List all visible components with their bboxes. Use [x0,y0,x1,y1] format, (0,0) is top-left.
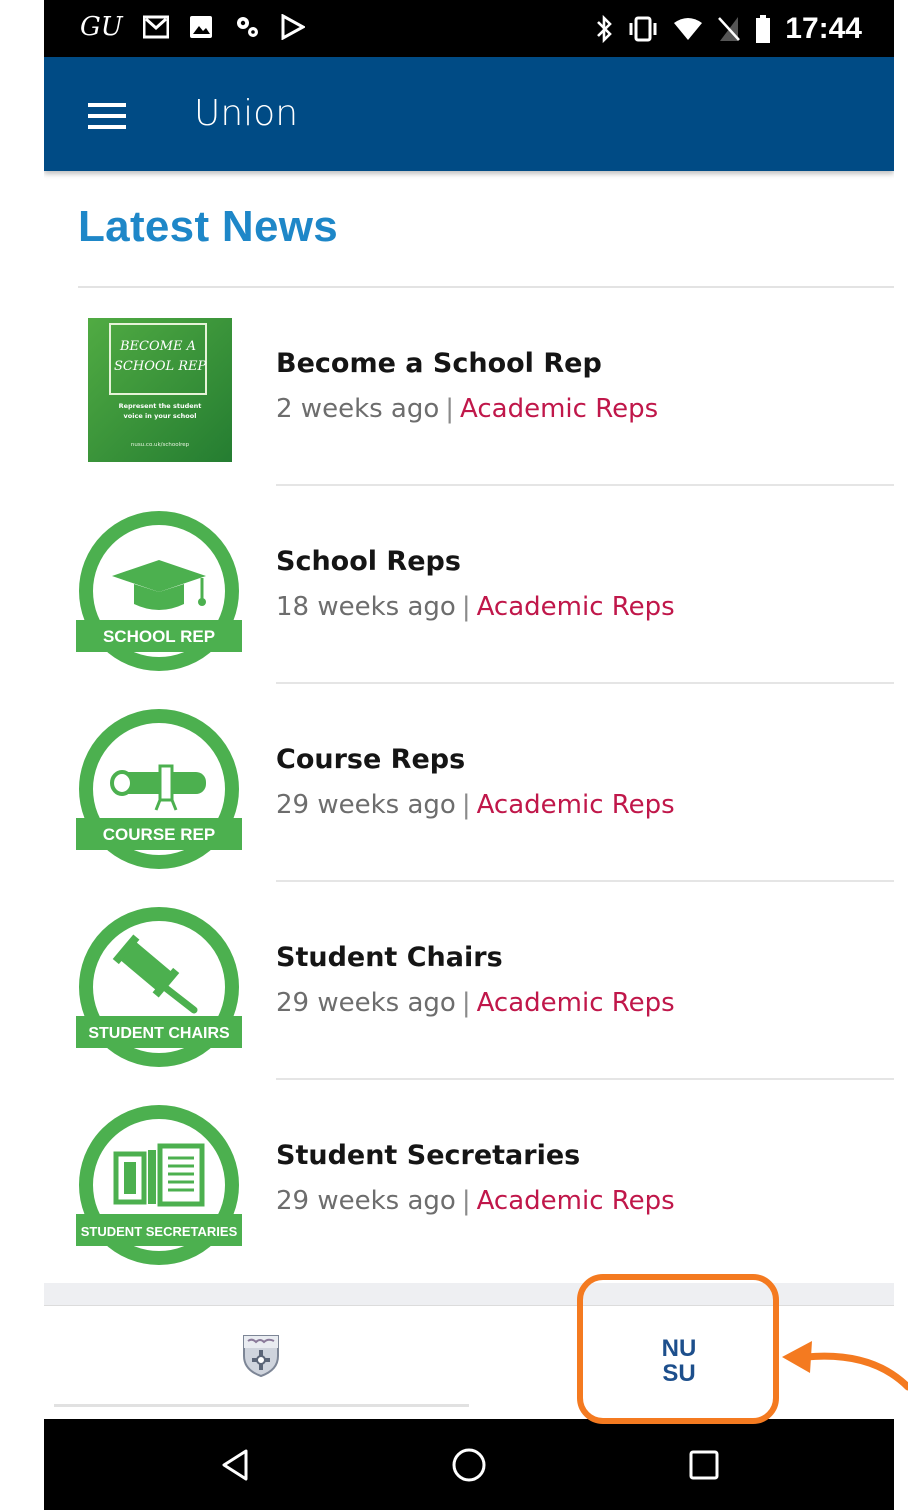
news-meta: 2 weeks ago | Academic Reps [276,394,658,424]
meta-separator: | [461,988,471,1018]
news-category-link[interactable]: Academic Reps [477,592,675,622]
news-age: 29 weeks ago [276,1186,456,1216]
news-title: Student Secretaries [276,1140,581,1171]
divider [276,880,894,882]
news-item-become-a-school-rep[interactable]: BECOME A SCHOOL REP Represent the studen… [44,290,894,488]
highlight-box-annotation [577,1274,779,1424]
back-icon[interactable] [216,1445,256,1485]
vibrate-icon [629,16,657,42]
system-navigation-bar [44,1419,894,1510]
news-item-student-chairs[interactable]: STUDENT CHAIRS Student Chairs 29 weeks a… [44,884,894,1082]
app-bar: Union [44,57,894,171]
guardian-notification-icon: GU [80,12,123,42]
badge-label: STUDENT SECRETARIES [81,1224,238,1239]
course-rep-badge-icon: COURSE REP [76,709,242,869]
status-left-icons: GU [80,12,305,42]
school-rep-badge-icon: SCHOOL REP [76,511,242,671]
bluetooth-icon [597,15,613,43]
divider [78,286,894,288]
divider [276,1078,894,1080]
student-secretaries-badge-icon: STUDENT SECRETARIES [76,1105,242,1265]
settings-cog-icon [236,17,258,37]
student-chairs-badge-icon: STUDENT CHAIRS [76,907,242,1067]
no-sim-icon [718,17,741,41]
gmail-icon [142,15,169,39]
wifi-icon [674,18,703,40]
tab-university[interactable] [44,1306,469,1420]
battery-icon [756,15,771,43]
tab-underline [54,1404,469,1407]
news-title: Course Reps [276,744,466,775]
poster-line2: SCHOOL REP [114,359,207,374]
news-item-school-reps[interactable]: SCHOOL REP School Reps 18 weeks ago | Acad… [44,488,894,686]
news-category-link[interactable]: Academic Reps [460,394,658,424]
meta-separator: | [445,394,455,424]
news-category-link[interactable]: Academic Reps [477,988,675,1018]
pointer-arrow-annotation [782,1341,908,1391]
play-store-icon [281,14,305,40]
meta-separator: | [461,1186,471,1216]
meta-separator: | [461,790,471,820]
news-meta: 29 weeks ago | Academic Reps [276,1186,675,1216]
badge-label: SCHOOL REP [103,627,215,646]
recents-icon[interactable] [684,1445,724,1485]
badge-label: COURSE REP [103,825,215,844]
page-title: Latest News [78,202,339,251]
news-meta: 29 weeks ago | Academic Reps [276,790,675,820]
news-age: 29 weeks ago [276,988,456,1018]
news-age: 29 weeks ago [276,790,456,820]
poster-line3: Represent the student [119,402,202,410]
photo-icon [189,16,212,38]
status-right-icons: 17:44 [595,12,862,46]
news-title: Student Chairs [276,942,503,973]
news-meta: 18 weeks ago | Academic Reps [276,592,675,622]
poster-line5: nusu.co.uk/schoolrep [131,442,190,448]
home-icon[interactable] [449,1445,489,1485]
divider [276,682,894,684]
clock: 17:44 [785,12,862,45]
divider [276,484,894,486]
news-age: 18 weeks ago [276,592,456,622]
badge-label: STUDENT CHAIRS [88,1025,230,1042]
meta-separator: | [461,592,471,622]
app-title: Union [194,93,299,134]
status-bar: GU 17:44 [44,0,894,57]
hamburger-menu-icon[interactable] [88,103,128,129]
news-title: Become a School Rep [276,348,602,379]
news-age: 2 weeks ago [276,394,440,424]
news-item-student-secretaries[interactable]: STUDENT SECRETARIES Student Secretaries … [44,1082,894,1280]
news-meta: 29 weeks ago | Academic Reps [276,988,675,1018]
school-rep-poster-image: BECOME A SCHOOL REP Represent the studen… [88,318,232,462]
poster-line1: BECOME A [119,339,196,354]
poster-line4: voice in your school [124,412,197,420]
news-title: School Reps [276,546,461,577]
news-category-link[interactable]: Academic Reps [477,790,675,820]
news-item-course-reps[interactable]: COURSE REP Course Reps 29 weeks ago | Acad… [44,686,894,884]
news-category-link[interactable]: Academic Reps [477,1186,675,1216]
university-crest-icon [243,1335,279,1378]
